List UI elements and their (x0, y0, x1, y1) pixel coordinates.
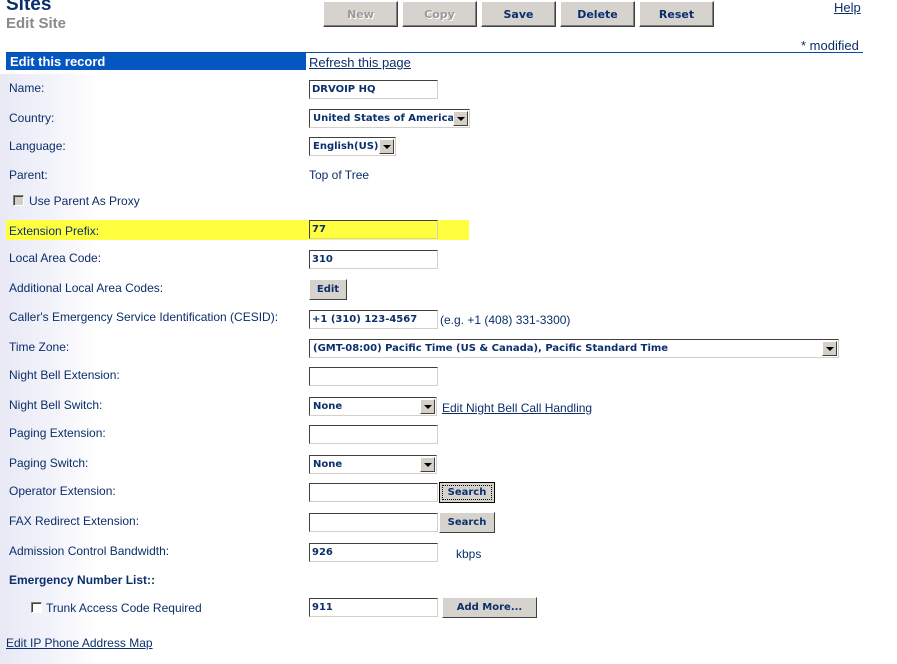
night-bell-switch-value: None (313, 401, 343, 412)
reset-button[interactable]: Reset (639, 1, 714, 27)
edit-ip-phone-map-link[interactable]: Edit IP Phone Address Map (6, 636, 153, 650)
paging-switch-label: Paging Switch: (9, 456, 89, 470)
new-button-label: New (347, 8, 374, 21)
country-select[interactable]: United States of America (309, 109, 470, 128)
use-parent-proxy-label: Use Parent As Proxy (29, 194, 140, 208)
fax-search-button[interactable]: Search (439, 512, 495, 533)
night-bell-switch-select[interactable]: None (309, 397, 437, 416)
new-button[interactable]: New (323, 1, 398, 27)
local-area-code-input[interactable]: 310 (309, 250, 438, 269)
language-select[interactable]: English(US) (309, 137, 396, 156)
copy-button[interactable]: Copy (402, 1, 477, 27)
edit-night-bell-link[interactable]: Edit Night Bell Call Handling (442, 401, 592, 415)
language-value: English(US) (313, 141, 379, 152)
chevron-down-icon (420, 457, 435, 472)
paging-switch-value: None (313, 459, 343, 470)
parent-value: Top of Tree (309, 168, 370, 182)
paging-switch-select[interactable]: None (309, 455, 437, 474)
fax-redirect-label: FAX Redirect Extension: (9, 514, 140, 528)
help-link[interactable]: Help (834, 0, 861, 15)
chevron-down-icon (420, 399, 435, 414)
language-label: Language: (9, 139, 66, 153)
emergency-list-label: Emergency Number List:: (9, 573, 156, 587)
parent-label: Parent: (9, 168, 48, 182)
country-value: United States of America (313, 113, 455, 124)
section-header: Edit this record (6, 53, 306, 70)
add-more-button[interactable]: Add More... (442, 597, 537, 618)
admission-bandwidth-label: Admission Control Bandwidth: (9, 544, 170, 558)
copy-button-label: Copy (424, 8, 455, 21)
operator-extension-input[interactable] (309, 483, 438, 502)
paging-extension-label: Paging Extension: (9, 426, 106, 440)
night-bell-switch-label: Night Bell Switch: (9, 398, 103, 412)
extension-prefix-label: Extension Prefix: (9, 224, 100, 238)
page-subtitle: Edit Site (6, 15, 67, 32)
chevron-down-icon (453, 111, 468, 126)
operator-search-button[interactable]: Search (439, 482, 495, 503)
time-zone-select[interactable]: (GMT-08:00) Pacific Time (US & Canada), … (309, 339, 839, 358)
cesid-hint: (e.g. +1 (408) 331-3300) (440, 313, 571, 327)
night-bell-extension-input[interactable] (309, 367, 438, 386)
additional-area-codes-label: Additional Local Area Codes: (9, 281, 164, 295)
emergency-number-input[interactable]: 911 (309, 598, 438, 617)
page-title: Sites (6, 0, 52, 15)
delete-button[interactable]: Delete (560, 1, 635, 27)
local-area-code-label: Local Area Code: (9, 251, 102, 265)
name-input[interactable]: DRVOIP HQ (309, 80, 438, 99)
fax-redirect-input[interactable] (309, 513, 438, 532)
modified-note: * modified (801, 38, 859, 53)
bandwidth-unit: kbps (456, 547, 482, 561)
night-bell-extension-label: Night Bell Extension: (9, 368, 120, 382)
cesid-input[interactable]: +1 (310) 123-4567 (309, 310, 438, 329)
extension-prefix-input[interactable]: 77 (309, 220, 438, 239)
cesid-label: Caller's Emergency Service Identificatio… (9, 310, 279, 324)
use-parent-proxy-checkbox[interactable] (13, 195, 24, 206)
time-zone-value: (GMT-08:00) Pacific Time (US & Canada), … (313, 343, 669, 354)
reset-button-label: Reset (658, 8, 695, 21)
paging-extension-input[interactable] (309, 425, 438, 444)
save-button[interactable]: Save (481, 1, 556, 27)
save-button-label: Save (503, 8, 534, 21)
chevron-down-icon (822, 341, 837, 356)
delete-button-label: Delete (577, 8, 618, 21)
trunk-access-checkbox[interactable] (31, 602, 42, 613)
time-zone-label: Time Zone: (9, 340, 70, 354)
admission-bandwidth-input[interactable]: 926 (309, 543, 438, 562)
chevron-down-icon (379, 139, 394, 154)
trunk-access-label: Trunk Access Code Required (46, 601, 202, 615)
operator-extension-label: Operator Extension: (9, 484, 116, 498)
country-label: Country: (9, 111, 55, 125)
edit-area-codes-button[interactable]: Edit (309, 279, 347, 300)
name-label: Name: (9, 81, 45, 95)
refresh-link[interactable]: Refresh this page (309, 55, 411, 70)
